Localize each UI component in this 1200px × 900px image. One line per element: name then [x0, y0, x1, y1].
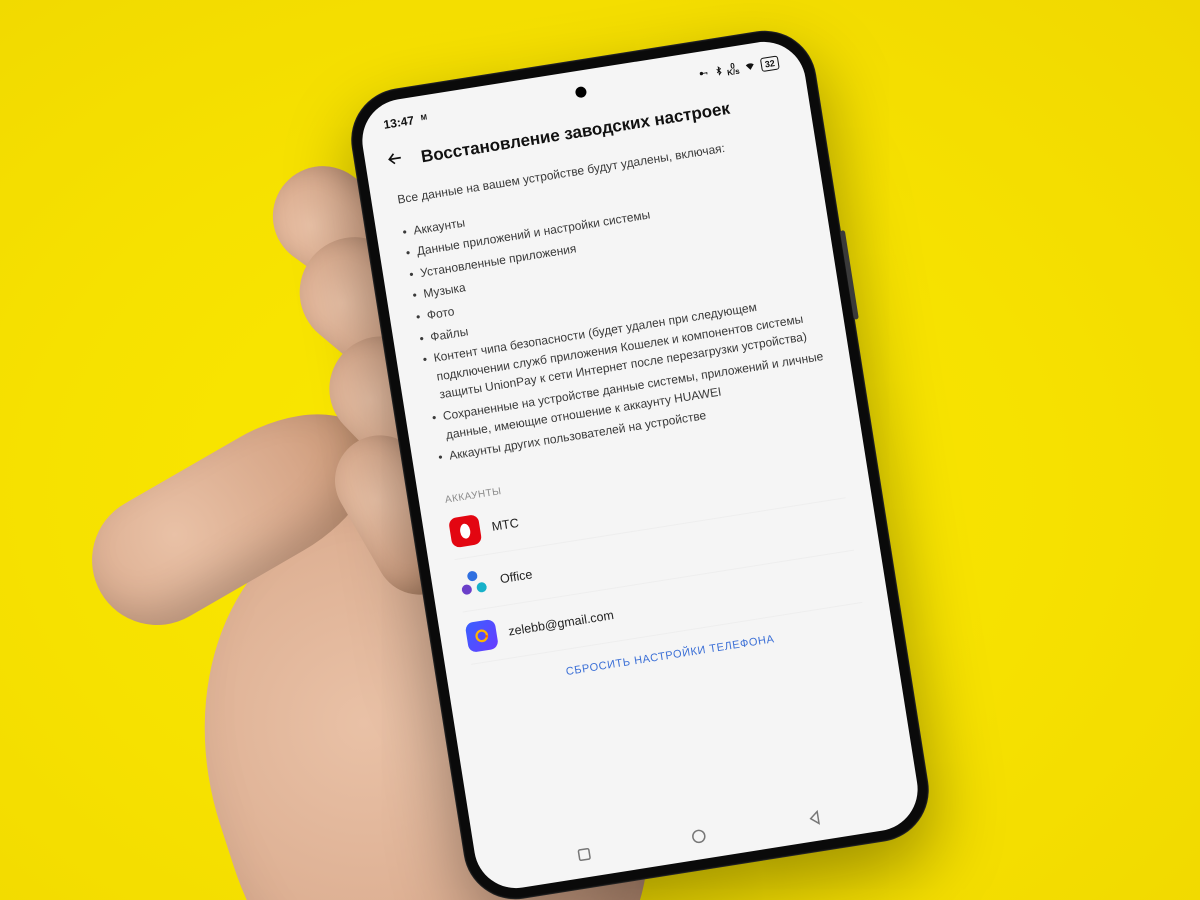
- phone: 13:47 ᴹ 0K/s 32: [344, 23, 936, 900]
- nav-back-button[interactable]: [804, 807, 825, 833]
- vpn-key-icon: [695, 67, 711, 81]
- photo-scene: 13:47 ᴹ 0K/s 32: [0, 0, 1200, 900]
- back-button[interactable]: [384, 147, 408, 176]
- bluetooth-icon: [713, 64, 724, 79]
- screen: 13:47 ᴹ 0K/s 32: [356, 36, 923, 894]
- account-label: zelebb@gmail.com: [507, 606, 615, 642]
- status-time: 13:47: [383, 113, 416, 132]
- wifi-icon: [742, 59, 758, 75]
- mail-icon: [465, 619, 499, 653]
- battery-icon: 32: [760, 55, 780, 72]
- office-icon: [456, 567, 490, 601]
- content-area[interactable]: Все данные на вашем устройстве будут уда…: [370, 125, 894, 710]
- net-speed-icon: 0K/s: [726, 62, 740, 77]
- mts-icon: [448, 514, 482, 548]
- gmail-notification-icon: ᴹ: [421, 114, 428, 126]
- account-label: МТС: [490, 513, 520, 536]
- battery-level: 32: [762, 58, 777, 70]
- nav-recents-button[interactable]: [573, 844, 594, 870]
- nav-home-button[interactable]: [688, 826, 709, 852]
- account-label: Office: [499, 565, 534, 589]
